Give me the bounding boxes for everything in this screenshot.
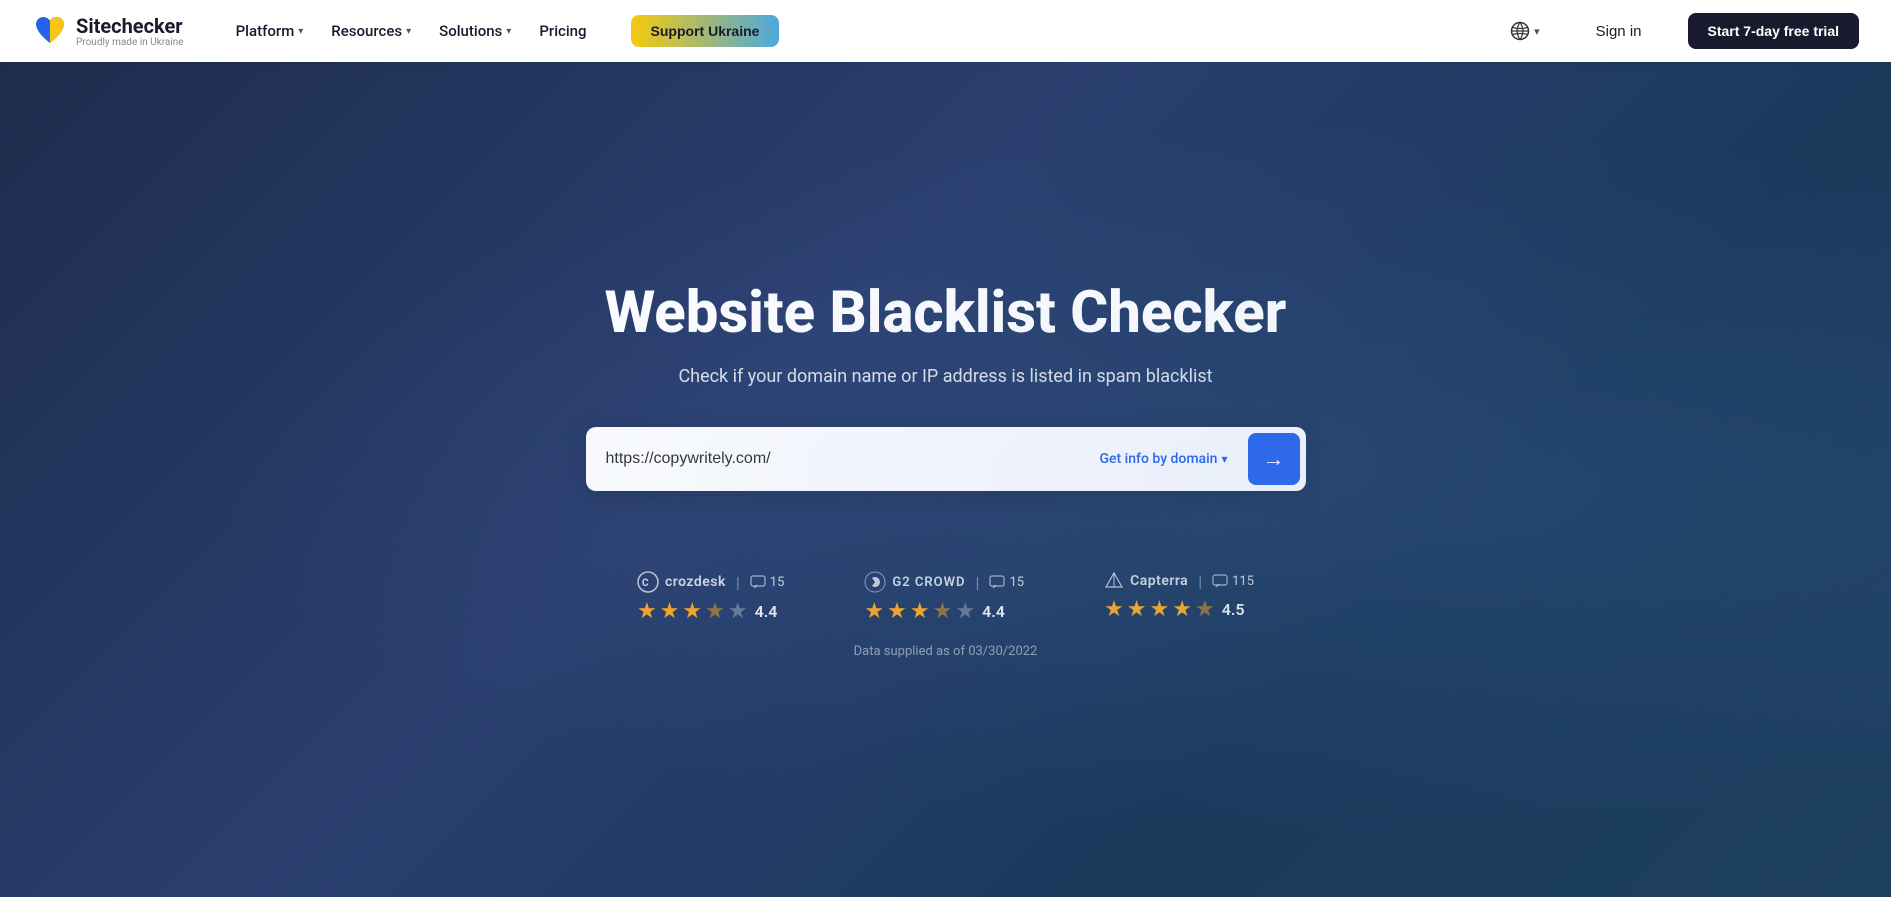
divider-2: |: [976, 573, 980, 592]
g2crowd-header: G2 CROWD | 15: [864, 571, 1024, 593]
get-info-dropdown[interactable]: Get info by domain ▾: [1092, 447, 1236, 471]
navbar: Sitechecker Proudly made in Ukraine Plat…: [0, 0, 1891, 62]
nav-platform[interactable]: Platform ▾: [224, 16, 316, 46]
capterra-icon: [1104, 571, 1124, 591]
capterra-logo: Capterra: [1104, 571, 1188, 591]
logo-text: Sitechecker Proudly made in Ukraine: [76, 15, 184, 48]
hero-section: Website Blacklist Checker Check if your …: [0, 62, 1891, 897]
review-g2crowd: G2 CROWD | 15 ★ ★ ★ ★: [864, 571, 1024, 624]
svg-text:C: C: [642, 578, 649, 589]
globe-icon: [1510, 21, 1530, 41]
logo-name: Sitechecker: [76, 15, 184, 37]
resources-chevron-icon: ▾: [406, 26, 411, 37]
support-ukraine-button[interactable]: Support Ukraine: [631, 15, 780, 47]
review-capterra: Capterra | 115 ★ ★ ★ ★: [1104, 571, 1254, 622]
g2crowd-score: 4.4: [982, 602, 1005, 621]
trial-button[interactable]: Start 7-day free trial: [1688, 13, 1860, 49]
crozdesk-icon: C: [637, 571, 659, 593]
search-go-button[interactable]: →: [1248, 433, 1300, 485]
chat-icon-2: [989, 575, 1005, 589]
nav-resources[interactable]: Resources ▾: [319, 16, 423, 46]
dropdown-chevron-icon: ▾: [1221, 452, 1227, 466]
solutions-chevron-icon: ▾: [506, 26, 511, 37]
crozdesk-stars: ★ ★ ★ ★ ★ 4.4: [637, 599, 778, 624]
capterra-count: 115: [1212, 574, 1254, 589]
capterra-stars: ★ ★ ★ ★ ★ 4.5: [1104, 597, 1245, 622]
capterra-header: Capterra | 115: [1104, 571, 1254, 591]
crozdesk-logo: C crozdesk: [637, 571, 726, 593]
chat-icon-3: [1212, 574, 1228, 588]
crozdesk-count: 15: [750, 575, 785, 590]
platform-chevron-icon: ▾: [298, 26, 303, 37]
search-box: Get info by domain ▾ →: [586, 427, 1306, 491]
capterra-score: 4.5: [1222, 600, 1245, 619]
arrow-right-icon: →: [1263, 446, 1285, 472]
get-info-label: Get info by domain: [1100, 451, 1218, 467]
globe-chevron-icon: ▾: [1534, 25, 1540, 38]
g2crowd-count: 15: [989, 575, 1024, 590]
g2crowd-icon: [864, 571, 886, 593]
logo-icon: [32, 13, 68, 49]
hero-subtitle: Check if your domain name or IP address …: [678, 366, 1212, 387]
nav-solutions[interactable]: Solutions ▾: [427, 16, 523, 46]
search-input[interactable]: [606, 450, 1080, 468]
signin-button[interactable]: Sign in: [1582, 17, 1656, 46]
chat-icon-1: [750, 575, 766, 589]
nav-links: Platform ▾ Resources ▾ Solutions ▾ Prici…: [224, 16, 599, 46]
reviews-row: C crozdesk | 15 ★ ★: [637, 571, 1254, 624]
review-crozdesk: C crozdesk | 15 ★ ★: [637, 571, 784, 624]
nav-pricing[interactable]: Pricing: [527, 16, 598, 46]
crozdesk-score: 4.4: [755, 602, 778, 621]
hero-title: Website Blacklist Checker: [605, 280, 1287, 347]
reviews-wrapper: C crozdesk | 15 ★ ★: [32, 491, 1859, 659]
language-selector[interactable]: ▾: [1500, 15, 1550, 47]
divider-3: |: [1198, 572, 1202, 591]
logo-tagline: Proudly made in Ukraine: [76, 37, 184, 48]
g2crowd-logo: G2 CROWD: [864, 571, 965, 593]
divider-1: |: [736, 573, 740, 592]
logo[interactable]: Sitechecker Proudly made in Ukraine: [32, 13, 184, 49]
data-supplied-text: Data supplied as of 03/30/2022: [32, 644, 1859, 659]
g2crowd-stars: ★ ★ ★ ★ ★ 4.4: [864, 599, 1005, 624]
crozdesk-header: C crozdesk | 15: [637, 571, 784, 593]
